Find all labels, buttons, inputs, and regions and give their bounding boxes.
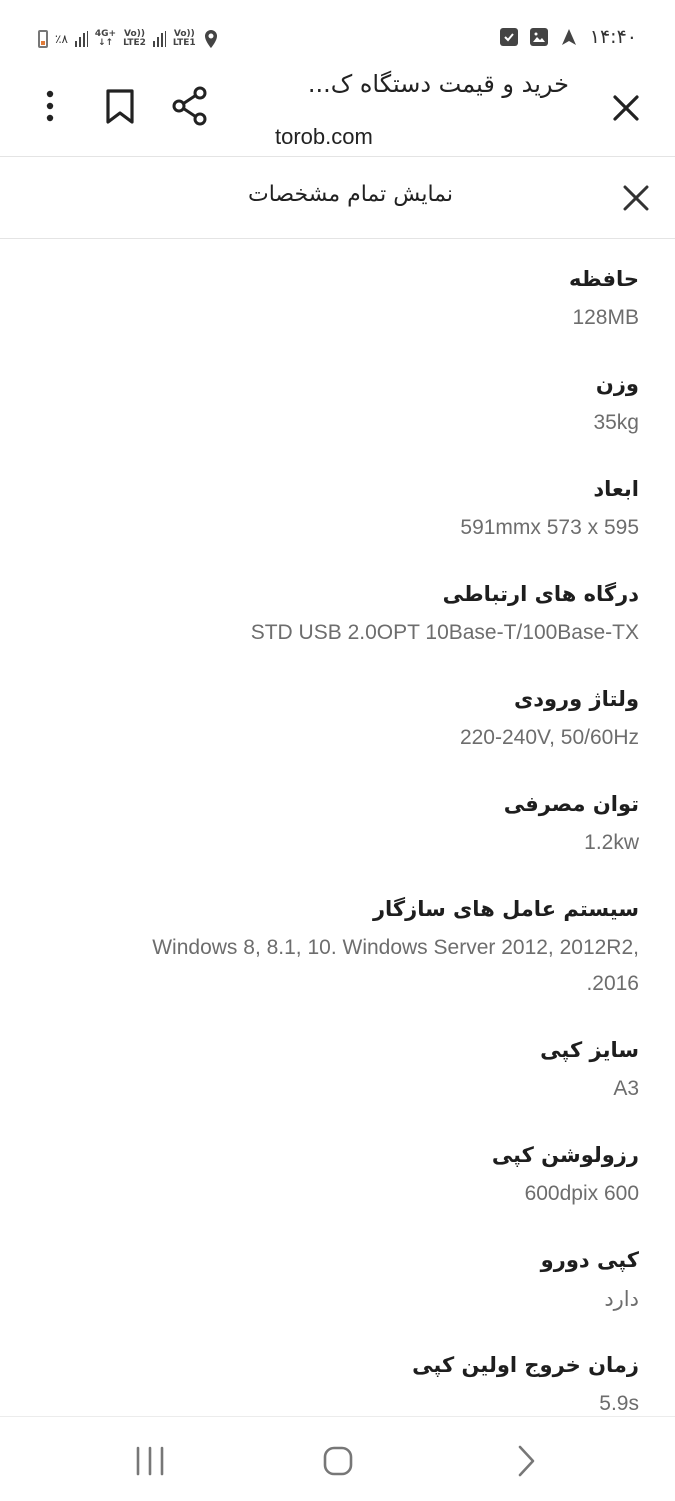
custom-tab-toolbar: خرید و قیمت دستگاه ک... torob.com — [0, 70, 675, 157]
navigation-arrow-icon — [561, 29, 576, 45]
gallery-notification-icon — [529, 28, 548, 46]
spec-value: 5.9s — [599, 1392, 639, 1415]
signal-icon — [152, 31, 166, 47]
lte-label: LTE1 — [172, 38, 196, 48]
spec-label: سایز کپی — [540, 1038, 639, 1062]
network-type: 4G+ — [94, 29, 117, 39]
spec-label: زمان خروج اولین کپی — [412, 1353, 639, 1377]
spec-value: 35kg — [593, 411, 639, 434]
spec-item: ولتاژ ورودی 220-240V, 50/60Hz — [39, 684, 639, 756]
spec-value: A3 — [613, 1077, 639, 1100]
spec-value: 128MB — [572, 306, 639, 329]
specs-list: حافظه 128MB وزن 35kg ابعاد 591mmx 573 x … — [0, 238, 675, 1416]
specs-panel-header: نمایش تمام مشخصات — [0, 156, 675, 239]
network-indicator-1: 4G+ ↓↑ — [94, 29, 117, 48]
spec-value: 220-240V, 50/60Hz — [459, 726, 639, 749]
page-title: خرید و قیمت دستگاه ک... — [307, 70, 569, 98]
spec-value: STD USB 2.0OPT 10Base-T/100Base-TX — [250, 621, 639, 644]
bookmark-icon[interactable] — [98, 84, 142, 128]
spec-label: کپی دورو — [540, 1248, 639, 1272]
spec-value: 591mmx 573 x 595 — [460, 516, 639, 539]
system-navigation-bar — [0, 1416, 675, 1501]
spec-value: 600dpix 600 — [524, 1182, 639, 1205]
spec-label: سیستم عامل های سازگار — [372, 897, 639, 921]
close-panel-icon[interactable] — [616, 178, 656, 218]
recent-apps-icon[interactable] — [130, 1441, 170, 1481]
spec-item: توان مصرفی 1.2kw — [39, 789, 639, 861]
spec-label: ولتاژ ورودی — [513, 687, 639, 711]
spec-label: ابعاد — [593, 477, 639, 501]
spec-value: دارد — [604, 1287, 639, 1311]
checkbox-notification-icon — [499, 28, 518, 46]
more-options-icon[interactable] — [28, 84, 72, 128]
spec-value-line2: .2016 — [586, 972, 639, 995]
signal-icon — [74, 31, 88, 47]
share-icon[interactable] — [168, 84, 212, 128]
status-bar: ٪۸ 4G+ ↓↑ Vo)) LTE2 Vo)) LTE1 ۱۴:۴۰ — [0, 0, 675, 70]
spec-label: رزولوشن کپی — [491, 1143, 639, 1167]
spec-item: وزن 35kg — [39, 369, 639, 441]
location-icon — [204, 30, 217, 48]
spec-item: حافظه 128MB — [39, 264, 639, 336]
spec-item: زمان خروج اولین کپی 5.9s — [39, 1350, 639, 1416]
spec-item: رزولوشن کپی 600dpix 600 — [39, 1140, 639, 1212]
battery-icon — [38, 30, 48, 48]
back-icon[interactable] — [506, 1441, 546, 1481]
spec-item: ابعاد 591mmx 573 x 595 — [39, 474, 639, 546]
volte-indicator-2: Vo)) LTE1 — [173, 30, 196, 48]
spec-item: سایز کپی A3 — [39, 1035, 639, 1107]
status-left: ٪۸ 4G+ ↓↑ Vo)) LTE2 Vo)) LTE1 — [38, 28, 219, 50]
spec-label: وزن — [595, 372, 639, 396]
home-icon[interactable] — [318, 1441, 358, 1481]
page-url: torob.com — [275, 124, 373, 149]
spec-label: درگاه های ارتباطی — [442, 582, 639, 606]
spec-value: Windows 8, 8.1, 10. Windows Server 2012,… — [152, 936, 639, 959]
status-right: ۱۴:۴۰ — [499, 26, 637, 48]
spec-value: 1.2kw — [584, 831, 639, 854]
battery-level: ٪۸ — [55, 32, 68, 46]
spec-item: درگاه های ارتباطی STD USB 2.0OPT 10Base-… — [39, 579, 639, 651]
clock: ۱۴:۴۰ — [589, 26, 637, 48]
lte-label: LTE2 — [123, 38, 146, 48]
spec-item: کپی دورو دارد — [39, 1245, 639, 1317]
spec-label: توان مصرفی — [503, 792, 639, 816]
panel-title: نمایش تمام مشخصات — [248, 182, 453, 207]
close-tab-icon[interactable] — [606, 88, 646, 128]
spec-item: سیستم عامل های سازگار Windows 8, 8.1, 10… — [39, 894, 639, 1002]
volte-indicator-1: Vo)) LTE2 — [123, 30, 146, 48]
spec-label: حافظه — [569, 267, 639, 291]
